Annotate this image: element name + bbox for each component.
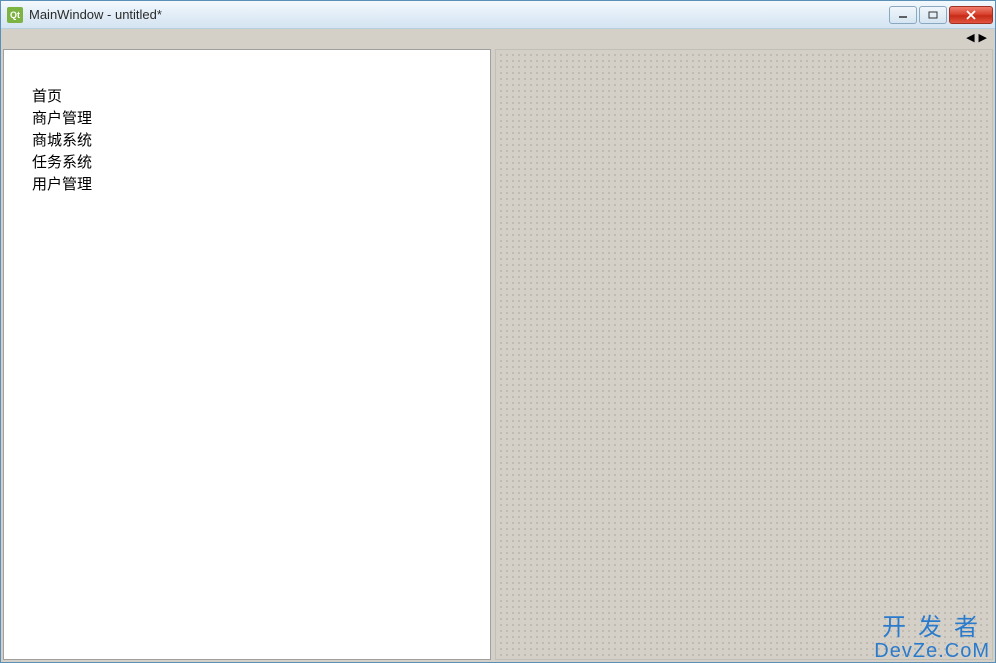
menu-item-task-system[interactable]: 任务系统 <box>32 152 490 174</box>
window-controls <box>889 6 993 24</box>
titlebar[interactable]: Qt MainWindow - untitled* <box>1 1 995 29</box>
tab-scroll-right-icon[interactable]: ▶ <box>979 33 987 44</box>
close-button[interactable] <box>949 6 993 24</box>
maximize-icon <box>928 11 938 19</box>
menu-item-merchant-management[interactable]: 商户管理 <box>32 108 490 130</box>
left-panel: 首页 商户管理 商城系统 任务系统 用户管理 <box>3 49 491 660</box>
tab-scroll-left-icon[interactable]: ◀ <box>966 33 974 44</box>
right-panel-designer[interactable] <box>495 49 993 660</box>
minimize-button[interactable] <box>889 6 917 24</box>
window-frame: Qt MainWindow - untitled* ◀ ▶ 首页 <box>0 0 996 663</box>
client-area: ◀ ▶ 首页 商户管理 商城系统 任务系统 用户管理 <box>1 29 995 662</box>
menu-item-home[interactable]: 首页 <box>32 86 490 108</box>
menu-list: 首页 商户管理 商城系统 任务系统 用户管理 <box>32 86 490 196</box>
maximize-button[interactable] <box>919 6 947 24</box>
minimize-icon <box>898 11 908 19</box>
menu-item-user-management[interactable]: 用户管理 <box>32 174 490 196</box>
tab-scroll-controls: ◀ ▶ <box>966 33 987 44</box>
close-icon <box>965 10 977 20</box>
window-title: MainWindow - untitled* <box>29 7 889 22</box>
content-row: 首页 商户管理 商城系统 任务系统 用户管理 <box>3 31 993 660</box>
qt-app-icon: Qt <box>7 7 23 23</box>
menu-item-mall-system[interactable]: 商城系统 <box>32 130 490 152</box>
